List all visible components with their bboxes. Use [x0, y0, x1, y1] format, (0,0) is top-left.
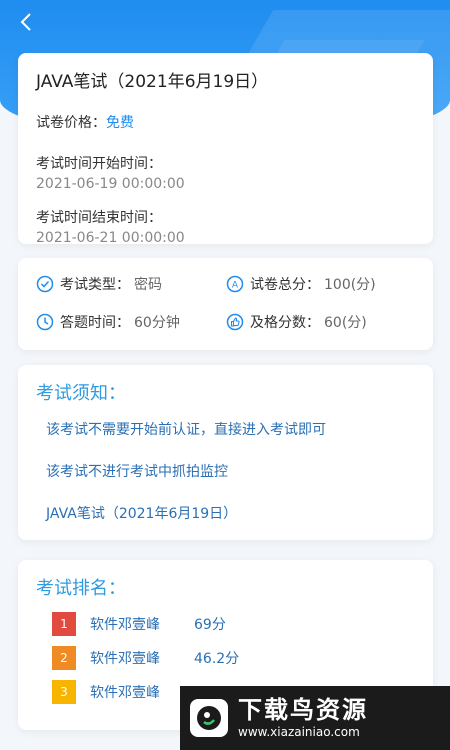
- rank-name: 软件邓壹峰: [90, 651, 160, 667]
- pass-score-value: 60(分): [324, 315, 367, 331]
- notice-title: 考试须知：: [36, 383, 126, 404]
- watermark-title: 下载鸟资源: [238, 696, 368, 724]
- rank-badge: 2: [52, 646, 76, 670]
- notice-item: JAVA笔试（2021年6月19日）: [46, 506, 238, 522]
- check-circle-icon: [36, 275, 54, 293]
- end-time-label: 考试时间结束时间：: [36, 210, 162, 226]
- price-row: 试卷价格：免费: [36, 112, 415, 132]
- duration-stat: 答题时间： 60分钟: [36, 312, 226, 332]
- price-label: 试卷价格：: [36, 115, 106, 131]
- exam-stats-card: 考试类型： 密码 A 试卷总分： 100(分) 答题时间： 60分钟 及格分数： 60(…: [18, 258, 433, 350]
- notice-item: 该考试不进行考试中抓拍监控: [46, 464, 228, 480]
- duration-value: 60分钟: [134, 315, 180, 331]
- chevron-left-icon: [20, 13, 31, 31]
- clock-icon: [36, 313, 54, 331]
- exam-type-stat: 考试类型： 密码: [36, 274, 226, 294]
- svg-text:A: A: [232, 281, 239, 291]
- bird-logo-icon: [190, 699, 228, 737]
- total-score-label: 试卷总分：: [250, 277, 320, 293]
- start-time-label: 考试时间开始时间：: [36, 156, 162, 172]
- ranking-row: 2 软件邓壹峰 46.2分: [52, 646, 415, 670]
- duration-label: 答题时间：: [60, 315, 130, 331]
- notice-item: 该考试不需要开始前认证，直接进入考试即可: [46, 422, 326, 438]
- watermark-url: www.xiazainiao.com: [238, 725, 360, 739]
- watermark: 下载鸟资源 www.xiazainiao.com: [180, 686, 450, 750]
- rank-name: 软件邓壹峰: [90, 685, 160, 701]
- thumbs-up-icon: [226, 313, 244, 331]
- exam-title: JAVA笔试（2021年6月19日）: [36, 72, 269, 92]
- back-button[interactable]: [12, 8, 40, 36]
- exam-info-card: JAVA笔试（2021年6月19日） 试卷价格：免费 考试时间开始时间： 202…: [18, 53, 433, 246]
- price-value: 免费: [106, 115, 134, 131]
- rank-badge: 1: [52, 612, 76, 636]
- end-time-value: 2021-06-21 00:00:00: [36, 230, 185, 246]
- rank-name: 软件邓壹峰: [90, 617, 160, 633]
- exam-type-label: 考试类型：: [60, 277, 130, 293]
- pass-score-stat: 及格分数： 60(分): [226, 312, 416, 332]
- score-icon: A: [226, 275, 244, 293]
- exam-type-value: 密码: [134, 277, 162, 293]
- ranking-row: 1 软件邓壹峰 69分: [52, 612, 415, 636]
- ranking-title: 考试排名：: [36, 578, 126, 599]
- rank-badge: 3: [52, 680, 76, 704]
- pass-score-label: 及格分数：: [250, 315, 320, 331]
- exam-notice-card: 考试须知： 该考试不需要开始前认证，直接进入考试即可 该考试不进行考试中抓拍监控…: [18, 365, 433, 540]
- total-score-value: 100(分): [324, 277, 376, 293]
- rank-score: 46.2分: [194, 651, 240, 667]
- rank-score: 69分: [194, 617, 226, 633]
- start-time-value: 2021-06-19 00:00:00: [36, 176, 185, 192]
- total-score-stat: A 试卷总分： 100(分): [226, 274, 416, 294]
